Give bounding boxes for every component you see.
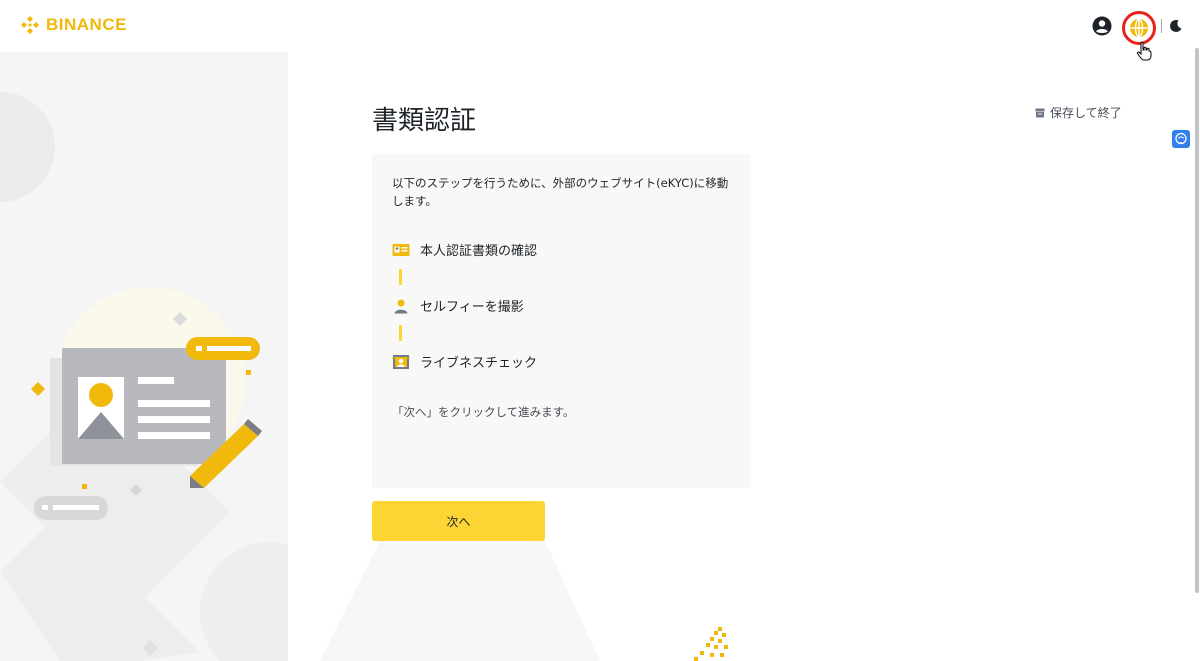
next-button[interactable]: 次へ: [372, 501, 545, 541]
top-header: BINANCE: [0, 0, 1200, 52]
step-connector: [399, 269, 402, 285]
language-button[interactable]: [1122, 11, 1156, 45]
left-illustration-panel: [0, 52, 288, 661]
decorative-background-shape: [320, 541, 600, 661]
step-selfie: セルフィーを撮影: [392, 296, 524, 315]
archive-icon: [1035, 108, 1045, 117]
liveness-icon: [392, 353, 410, 371]
step-connector: [399, 325, 402, 341]
next-hint-text: 「次へ」をクリックして進みます。: [392, 405, 575, 419]
step-label: ライブネスチェック: [420, 356, 538, 371]
steps-card: 以下のステップを行うために、外部のウェブサイト(eKYC)に移動します。 本人認…: [372, 154, 751, 488]
user-circle-icon[interactable]: [1092, 16, 1112, 36]
save-and-exit-label: 保存して終了: [1050, 106, 1122, 120]
binance-logo[interactable]: BINANCE: [20, 15, 127, 35]
step-liveness: ライブネスチェック: [392, 352, 537, 371]
page-scrollbar[interactable]: [1195, 48, 1199, 593]
decorative-pattern: [694, 627, 728, 661]
binance-logo-icon: [21, 16, 39, 34]
step-label: 本人認証書類の確認: [420, 244, 538, 259]
header-divider: [1161, 19, 1162, 33]
id-card-illustration: [0, 92, 288, 661]
page-title: 書類認証: [372, 106, 477, 136]
hand-cursor-icon: [1136, 41, 1152, 61]
id-card-icon: [392, 241, 410, 259]
help-widget-button[interactable]: [1172, 130, 1190, 148]
globe-icon: [1130, 18, 1148, 38]
person-icon: [392, 297, 410, 315]
brand-name: BINANCE: [46, 15, 127, 34]
moon-icon[interactable]: [1169, 19, 1183, 33]
intro-text: 以下のステップを行うために、外部のウェブサイト(eKYC)に移動します。: [392, 176, 729, 208]
save-and-exit-link[interactable]: 保存して終了: [1035, 104, 1122, 121]
step-label: セルフィーを撮影: [420, 300, 524, 315]
chat-brain-icon: [1175, 132, 1187, 145]
step-document-check: 本人認証書類の確認: [392, 240, 537, 259]
